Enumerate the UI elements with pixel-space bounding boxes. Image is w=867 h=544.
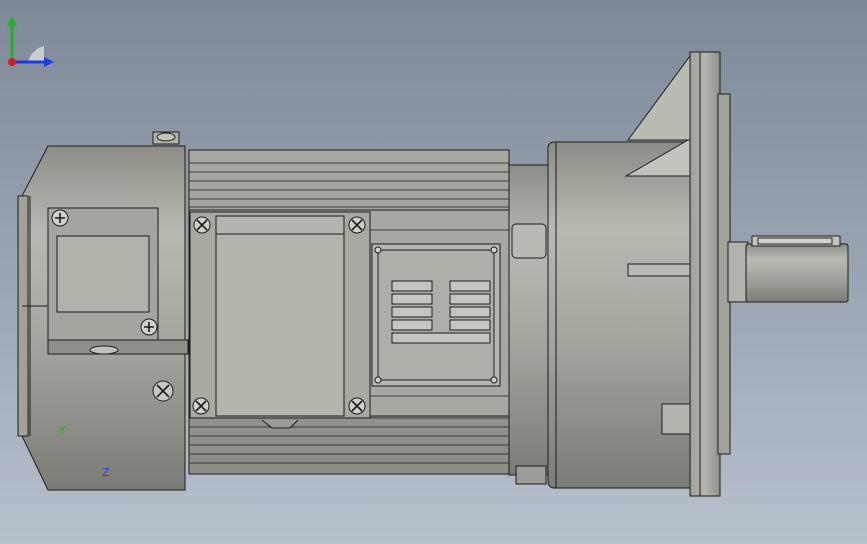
output-flange[interactable] bbox=[689, 51, 731, 497]
connection-box[interactable] bbox=[189, 211, 371, 429]
output-shaft[interactable] bbox=[727, 235, 849, 303]
nameplate[interactable] bbox=[371, 243, 501, 387]
axis-triad bbox=[7, 16, 54, 67]
adapter-neck[interactable] bbox=[508, 164, 550, 485]
cad-viewport[interactable]: Y Z bbox=[0, 0, 867, 544]
x-axis-icon bbox=[8, 58, 16, 66]
gear-motor-model[interactable] bbox=[0, 0, 867, 544]
y-axis-label: Y bbox=[59, 424, 66, 437]
z-axis-label: Z bbox=[102, 466, 110, 479]
